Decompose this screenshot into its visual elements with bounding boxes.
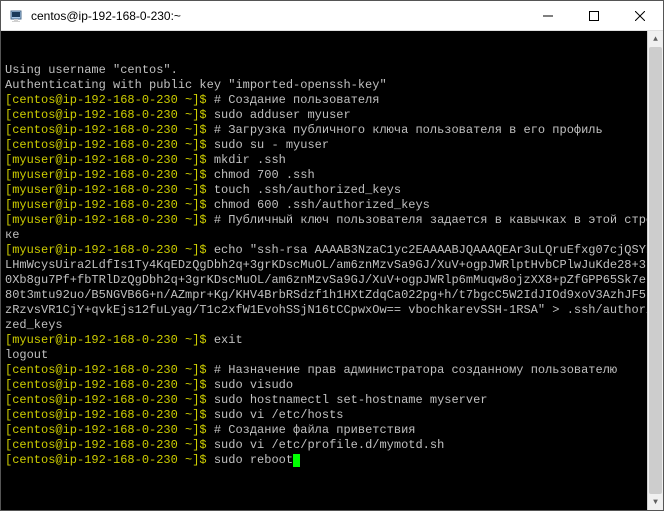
shell-command: sudo vi /etc/profile.d/mymotd.sh	[214, 438, 444, 452]
shell-command: exit	[214, 333, 243, 347]
shell-command: sudo hostnamectl set-hostname myserver	[214, 393, 488, 407]
terminal-line: Using username "centos".	[5, 63, 659, 78]
shell-prompt: [myuser@ip-192-168-0-230 ~]$	[5, 168, 214, 182]
scrollbar[interactable]: ▲ ▼	[647, 31, 663, 510]
terminal[interactable]: Using username "centos".Authenticating w…	[1, 31, 663, 510]
minimize-button[interactable]	[525, 1, 571, 30]
terminal-line: logout	[5, 348, 659, 363]
scroll-down-arrow[interactable]: ▼	[648, 494, 663, 510]
terminal-line: [myuser@ip-192-168-0-230 ~]$ chmod 700 .…	[5, 168, 659, 183]
terminal-line: [centos@ip-192-168-0-230 ~]$ sudo reboot	[5, 453, 659, 468]
shell-prompt: [centos@ip-192-168-0-230 ~]$	[5, 138, 214, 152]
terminal-line: [centos@ip-192-168-0-230 ~]$ # Загрузка …	[5, 123, 659, 138]
shell-command: mkdir .ssh	[214, 153, 286, 167]
terminal-line: Authenticating with public key "imported…	[5, 78, 659, 93]
shell-command: sudo adduser myuser	[214, 108, 351, 122]
close-button[interactable]	[617, 1, 663, 30]
maximize-button[interactable]	[571, 1, 617, 30]
shell-prompt: [centos@ip-192-168-0-230 ~]$	[5, 438, 214, 452]
window-controls	[525, 1, 663, 30]
putty-icon	[9, 8, 25, 24]
shell-prompt: [myuser@ip-192-168-0-230 ~]$	[5, 243, 214, 257]
shell-prompt: [centos@ip-192-168-0-230 ~]$	[5, 363, 214, 377]
window-title: centos@ip-192-168-0-230:~	[31, 9, 525, 23]
shell-prompt: [centos@ip-192-168-0-230 ~]$	[5, 393, 214, 407]
shell-command: chmod 600 .ssh/authorized_keys	[214, 198, 430, 212]
shell-prompt: [myuser@ip-192-168-0-230 ~]$	[5, 153, 214, 167]
shell-prompt: [centos@ip-192-168-0-230 ~]$	[5, 453, 214, 467]
shell-command: # Создание файла приветствия	[214, 423, 416, 437]
terminal-line: [myuser@ip-192-168-0-230 ~]$ touch .ssh/…	[5, 183, 659, 198]
shell-prompt: [centos@ip-192-168-0-230 ~]$	[5, 93, 214, 107]
shell-prompt: [myuser@ip-192-168-0-230 ~]$	[5, 213, 214, 227]
terminal-line: [myuser@ip-192-168-0-230 ~]$ echo "ssh-r…	[5, 243, 659, 333]
terminal-line: [myuser@ip-192-168-0-230 ~]$ chmod 600 .…	[5, 198, 659, 213]
shell-prompt: [centos@ip-192-168-0-230 ~]$	[5, 108, 214, 122]
terminal-line: [myuser@ip-192-168-0-230 ~]$ exit	[5, 333, 659, 348]
shell-prompt: [centos@ip-192-168-0-230 ~]$	[5, 408, 214, 422]
shell-command: sudo vi /etc/hosts	[214, 408, 344, 422]
shell-prompt: [myuser@ip-192-168-0-230 ~]$	[5, 333, 214, 347]
terminal-line: [centos@ip-192-168-0-230 ~]$ # Создание …	[5, 93, 659, 108]
titlebar: centos@ip-192-168-0-230:~	[1, 1, 663, 31]
terminal-line: [centos@ip-192-168-0-230 ~]$ # Назначени…	[5, 363, 659, 378]
shell-command: sudo reboot	[214, 453, 293, 467]
shell-command: chmod 700 .ssh	[214, 168, 315, 182]
terminal-line: [centos@ip-192-168-0-230 ~]$ sudo visudo	[5, 378, 659, 393]
terminal-line: [centos@ip-192-168-0-230 ~]$ sudo hostna…	[5, 393, 659, 408]
shell-prompt: [myuser@ip-192-168-0-230 ~]$	[5, 183, 214, 197]
scroll-up-arrow[interactable]: ▲	[648, 31, 663, 47]
shell-command: sudo su - myuser	[214, 138, 329, 152]
shell-prompt: [centos@ip-192-168-0-230 ~]$	[5, 123, 214, 137]
shell-command: touch .ssh/authorized_keys	[214, 183, 401, 197]
terminal-line: [myuser@ip-192-168-0-230 ~]$ # Публичный…	[5, 213, 659, 243]
shell-command: # Назначение прав администратора созданн…	[214, 363, 617, 377]
scrollbar-thumb[interactable]	[649, 47, 662, 494]
terminal-line: [centos@ip-192-168-0-230 ~]$ sudo adduse…	[5, 108, 659, 123]
shell-command: # Создание пользователя	[214, 93, 380, 107]
terminal-line: [centos@ip-192-168-0-230 ~]$ sudo su - m…	[5, 138, 659, 153]
terminal-line: [centos@ip-192-168-0-230 ~]$ sudo vi /et…	[5, 408, 659, 423]
terminal-line: [myuser@ip-192-168-0-230 ~]$ mkdir .ssh	[5, 153, 659, 168]
shell-prompt: [centos@ip-192-168-0-230 ~]$	[5, 378, 214, 392]
terminal-line: [centos@ip-192-168-0-230 ~]$ # Создание …	[5, 423, 659, 438]
shell-command: sudo visudo	[214, 378, 293, 392]
terminal-line: [centos@ip-192-168-0-230 ~]$ sudo vi /et…	[5, 438, 659, 453]
shell-command: # Загрузка публичного ключа пользователя…	[214, 123, 603, 137]
cursor	[293, 454, 300, 467]
shell-prompt: [centos@ip-192-168-0-230 ~]$	[5, 423, 214, 437]
shell-prompt: [myuser@ip-192-168-0-230 ~]$	[5, 198, 214, 212]
